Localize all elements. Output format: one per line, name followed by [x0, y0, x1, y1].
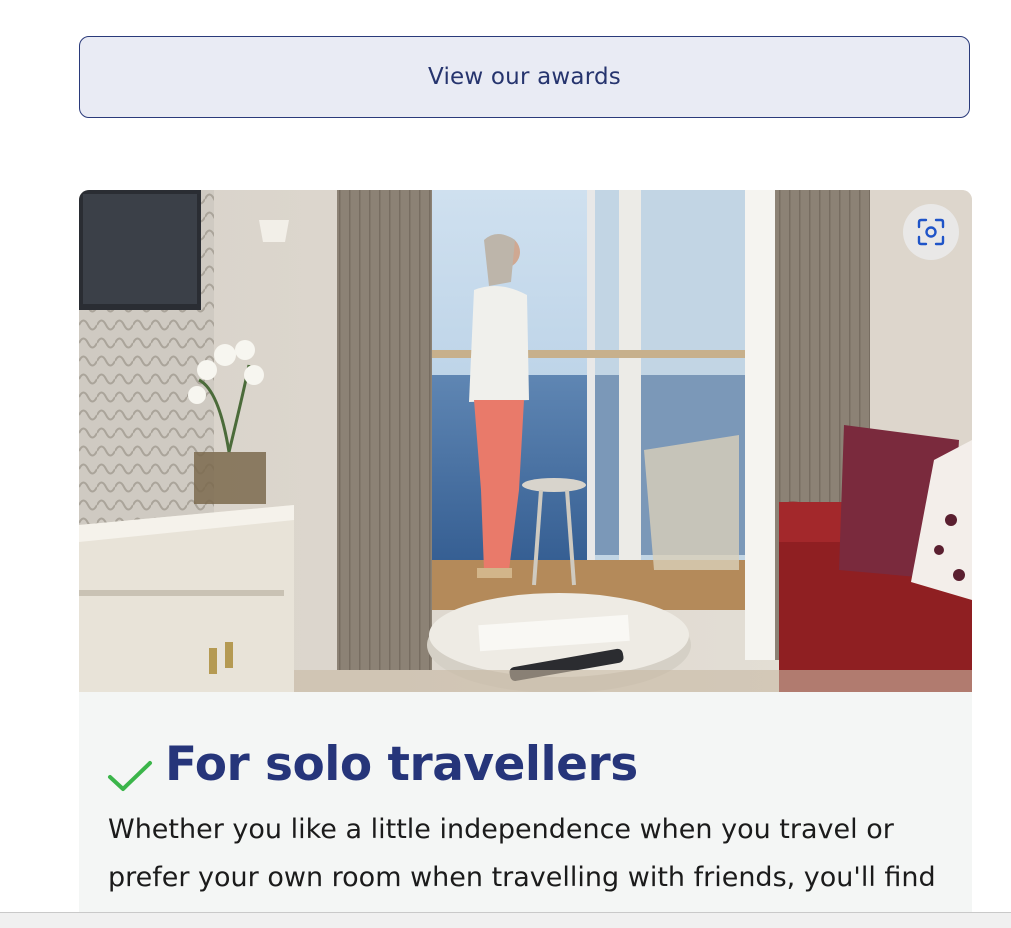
card-heading-row: For solo travellers — [107, 735, 638, 795]
solo-travellers-card: For solo travellers Whether you like a l… — [79, 190, 972, 927]
visual-search-icon[interactable] — [903, 204, 959, 260]
horizontal-scrollbar[interactable] — [0, 912, 1011, 928]
card-title: For solo travellers — [165, 737, 638, 792]
checkmark-icon — [108, 761, 152, 791]
card-description: Whether you like a little independence w… — [108, 814, 936, 927]
view-awards-button[interactable]: View our awards — [79, 36, 970, 118]
cabin-balcony-photo — [79, 190, 972, 692]
